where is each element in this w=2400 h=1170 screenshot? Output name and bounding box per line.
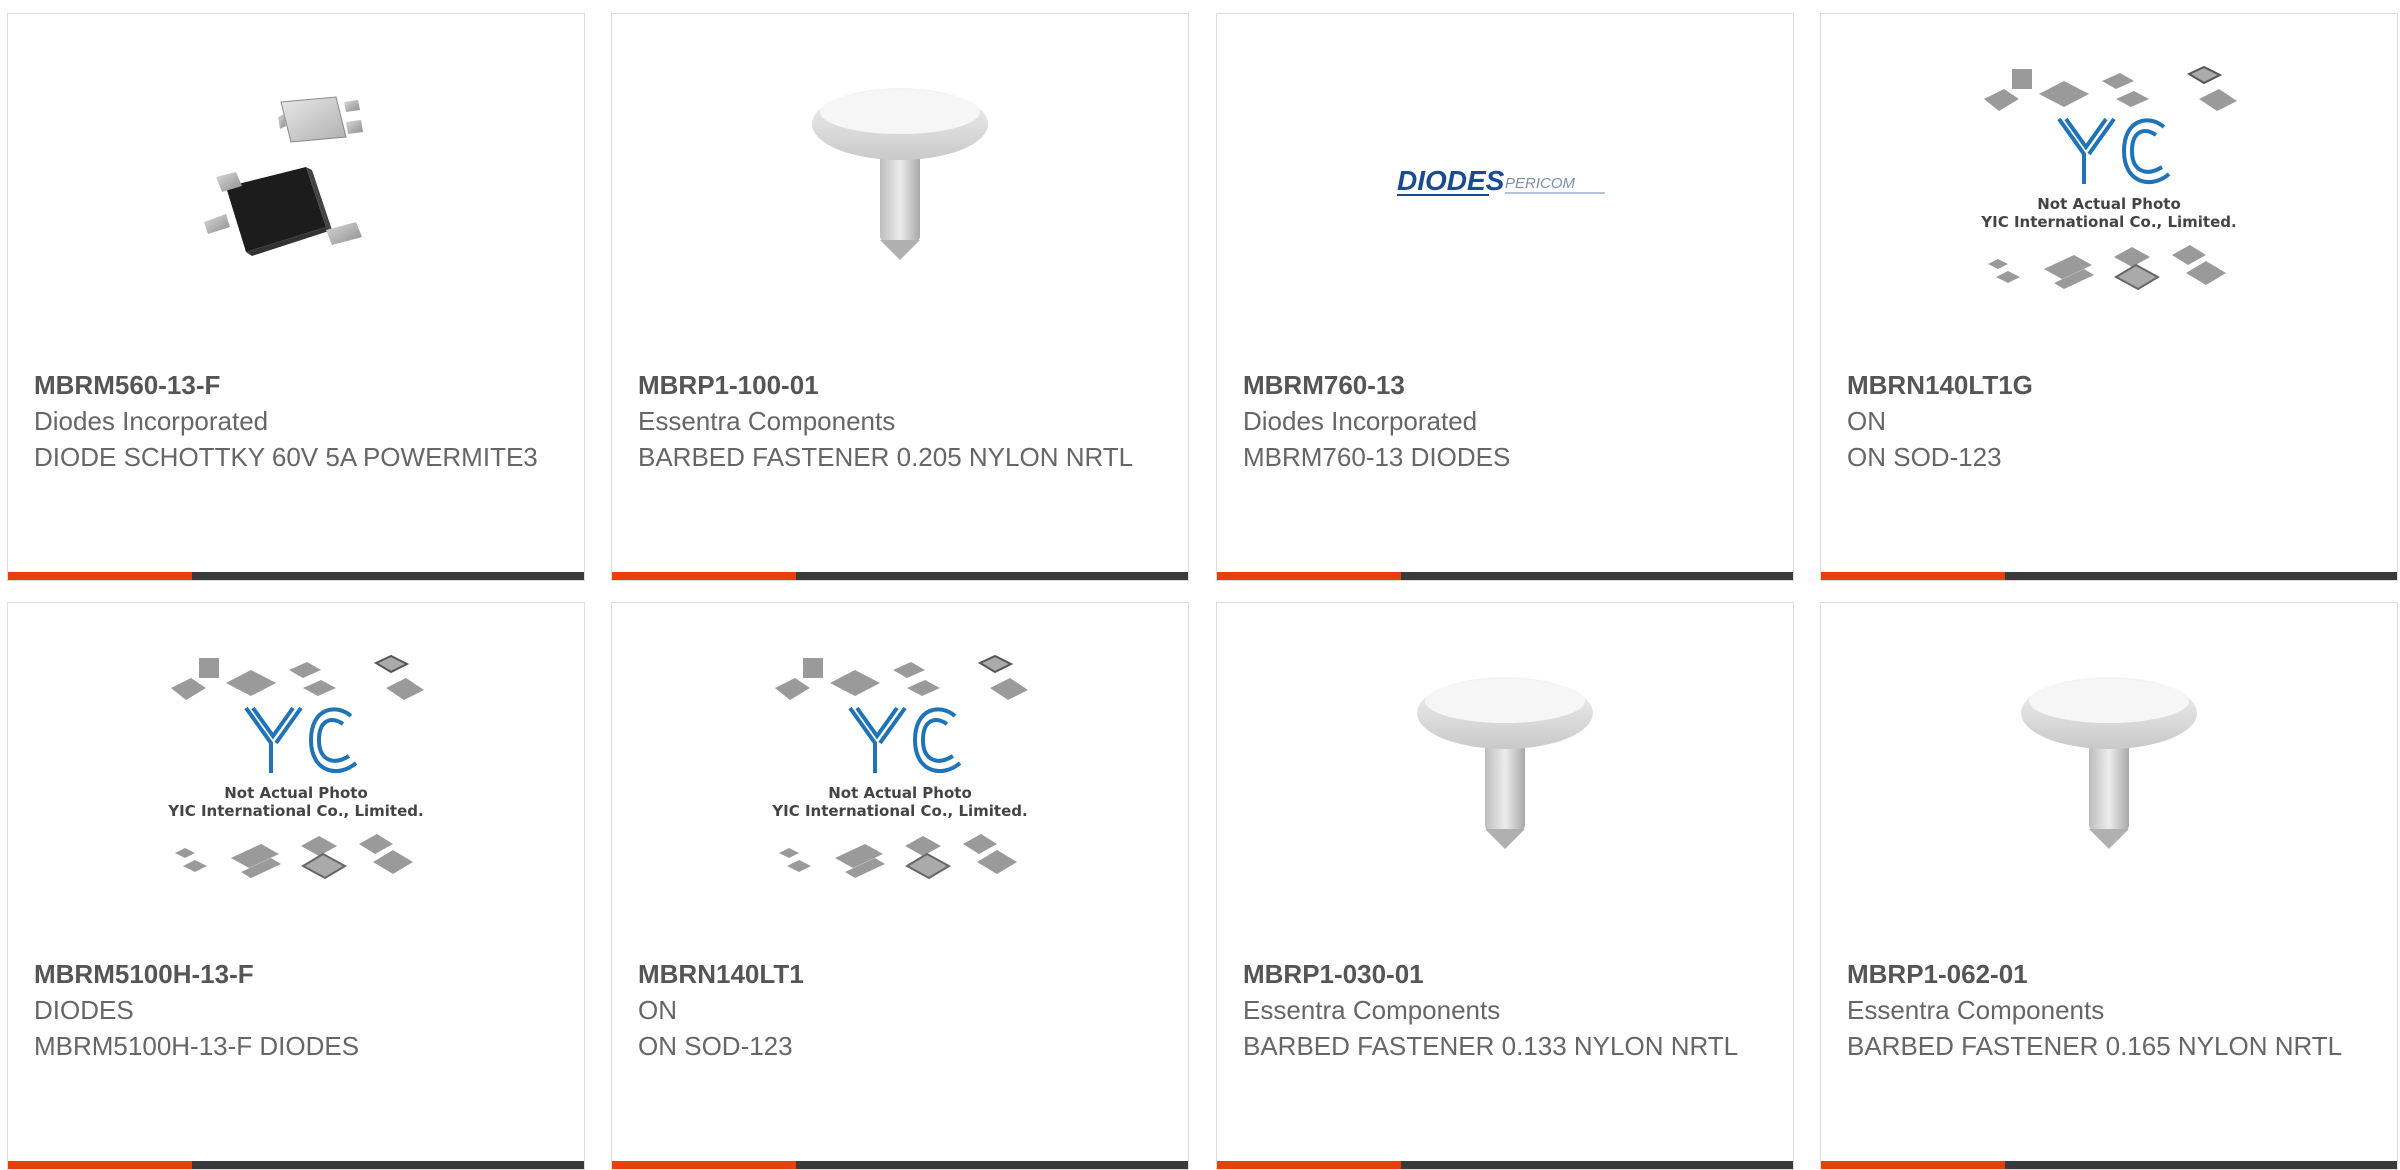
manufacturer: Essentra Components bbox=[638, 406, 896, 436]
product-image[interactable]: Not Actual Photo YIC International Co., … bbox=[1821, 54, 2397, 309]
yic-placeholder-icon: Not Actual Photo YIC International Co., … bbox=[771, 654, 1028, 880]
part-number[interactable]: MBRP1-030-01 bbox=[1243, 956, 1773, 992]
card-bar-accent bbox=[1217, 1161, 1401, 1169]
product-info: MBRM5100H-13-F DIODES MBRM5100H-13-F DIO… bbox=[34, 956, 564, 1064]
card-bottom-bar bbox=[8, 1161, 584, 1169]
card-bottom-bar bbox=[1821, 1161, 2397, 1169]
product-info: MBRN140LT1G ON ON SOD-123 bbox=[1847, 367, 2377, 475]
description: ON SOD-123 bbox=[1847, 442, 2002, 472]
part-number[interactable]: MBRN140LT1G bbox=[1847, 367, 2377, 403]
pericom-logo-text: PERICOM bbox=[1505, 175, 1576, 192]
product-info: MBRP1-030-01 Essentra Components BARBED … bbox=[1243, 956, 1773, 1064]
product-image[interactable]: Not Actual Photo YIC International Co., … bbox=[612, 643, 1188, 898]
part-number[interactable]: MBRP1-062-01 bbox=[1847, 956, 2377, 992]
manufacturer: Essentra Components bbox=[1243, 995, 1501, 1025]
barbed-fastener-icon bbox=[812, 87, 988, 260]
manufacturer: Diodes Incorporated bbox=[34, 406, 269, 436]
powermite-package-icon bbox=[204, 95, 363, 256]
product-image[interactable] bbox=[1217, 643, 1793, 898]
part-number[interactable]: MBRN140LT1 bbox=[638, 956, 1168, 992]
product-card[interactable]: MBRM560-13-F Diodes Incorporated DIODE S… bbox=[7, 13, 585, 581]
part-number[interactable]: MBRM760-13 bbox=[1243, 367, 1773, 403]
product-info: MBRM560-13-F Diodes Incorporated DIODE S… bbox=[34, 367, 564, 475]
product-image[interactable] bbox=[612, 54, 1188, 309]
placeholder-note: Not Actual Photo bbox=[224, 784, 368, 802]
placeholder-company: YIC International Co., Limited. bbox=[771, 802, 1027, 820]
description: BARBED FASTENER 0.165 NYLON NRTL bbox=[1847, 1031, 2343, 1061]
placeholder-note: Not Actual Photo bbox=[2037, 195, 2181, 213]
manufacturer: Diodes Incorporated bbox=[1243, 406, 1478, 436]
diodes-logo-text: DIODES bbox=[1397, 165, 1505, 196]
card-bottom-bar bbox=[8, 572, 584, 580]
card-bottom-bar bbox=[1821, 572, 2397, 580]
yic-placeholder-icon: Not Actual Photo YIC International Co., … bbox=[167, 654, 424, 880]
card-bottom-bar bbox=[612, 1161, 1188, 1169]
yic-placeholder-icon: Not Actual Photo YIC International Co., … bbox=[1980, 65, 2237, 291]
product-card[interactable]: Not Actual Photo YIC International Co., … bbox=[7, 602, 585, 1170]
barbed-fastener-icon bbox=[1417, 676, 1593, 849]
product-info: MBRP1-062-01 Essentra Components BARBED … bbox=[1847, 956, 2377, 1064]
card-bar-accent bbox=[612, 1161, 796, 1169]
placeholder-company: YIC International Co., Limited. bbox=[167, 802, 423, 820]
manufacturer: DIODES bbox=[34, 995, 134, 1025]
manufacturer: ON bbox=[1847, 406, 1886, 436]
product-info: MBRM760-13 Diodes Incorporated MBRM760-1… bbox=[1243, 367, 1773, 475]
card-bar-accent bbox=[1821, 1161, 2005, 1169]
diodes-pericom-logo: DIODES PERICOM bbox=[1397, 165, 1605, 196]
product-card[interactable]: MBRP1-062-01 Essentra Components BARBED … bbox=[1820, 602, 2398, 1170]
part-number[interactable]: MBRM560-13-F bbox=[34, 367, 564, 403]
card-bar-accent bbox=[1217, 572, 1401, 580]
card-bar-accent bbox=[1821, 572, 2005, 580]
manufacturer: Essentra Components bbox=[1847, 995, 2105, 1025]
product-image[interactable] bbox=[1821, 643, 2397, 898]
product-info: MBRP1-100-01 Essentra Components BARBED … bbox=[638, 367, 1168, 475]
pericom-logo-underline bbox=[1505, 191, 1605, 194]
product-card[interactable]: Not Actual Photo YIC International Co., … bbox=[611, 602, 1189, 1170]
product-image[interactable]: DIODES PERICOM bbox=[1217, 54, 1793, 309]
description: BARBED FASTENER 0.205 NYLON NRTL bbox=[638, 442, 1134, 472]
diodes-logo-underline bbox=[1397, 193, 1489, 196]
card-bottom-bar bbox=[1217, 572, 1793, 580]
description: MBRM760-13 DIODES bbox=[1243, 442, 1511, 472]
card-bar-accent bbox=[8, 572, 192, 580]
card-bottom-bar bbox=[1217, 1161, 1793, 1169]
product-image[interactable] bbox=[8, 54, 584, 309]
description: MBRM5100H-13-F DIODES bbox=[34, 1031, 360, 1061]
placeholder-company: YIC International Co., Limited. bbox=[1980, 213, 2236, 231]
product-info: MBRN140LT1 ON ON SOD-123 bbox=[638, 956, 1168, 1064]
card-bottom-bar bbox=[612, 572, 1188, 580]
part-number[interactable]: MBRP1-100-01 bbox=[638, 367, 1168, 403]
product-card[interactable]: MBRP1-100-01 Essentra Components BARBED … bbox=[611, 13, 1189, 581]
placeholder-note: Not Actual Photo bbox=[828, 784, 972, 802]
card-bar-accent bbox=[8, 1161, 192, 1169]
description: BARBED FASTENER 0.133 NYLON NRTL bbox=[1243, 1031, 1739, 1061]
barbed-fastener-icon bbox=[2021, 676, 2197, 849]
manufacturer: ON bbox=[638, 995, 677, 1025]
product-card[interactable]: Not Actual Photo YIC International Co., … bbox=[1820, 13, 2398, 581]
product-card[interactable]: DIODES PERICOM MBRM760-13 Diodes Incorpo… bbox=[1216, 13, 1794, 581]
product-card[interactable]: MBRP1-030-01 Essentra Components BARBED … bbox=[1216, 602, 1794, 1170]
description: DIODE SCHOTTKY 60V 5A POWERMITE3 bbox=[34, 442, 538, 472]
card-bar-accent bbox=[612, 572, 796, 580]
product-grid: MBRM560-13-F Diodes Incorporated DIODE S… bbox=[0, 0, 2400, 1170]
description: ON SOD-123 bbox=[638, 1031, 793, 1061]
product-image[interactable]: Not Actual Photo YIC International Co., … bbox=[8, 643, 584, 898]
part-number[interactable]: MBRM5100H-13-F bbox=[34, 956, 564, 992]
